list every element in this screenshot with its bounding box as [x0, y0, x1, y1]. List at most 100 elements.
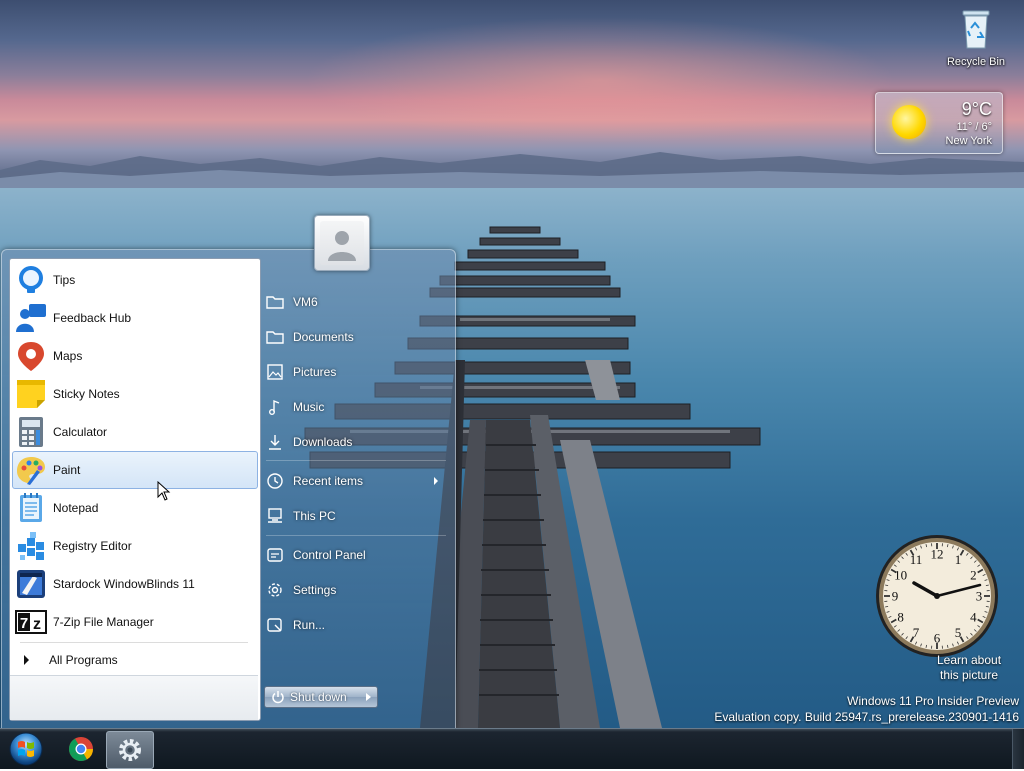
program-label: Maps [53, 349, 82, 363]
registry-editor-icon [15, 530, 47, 562]
svg-text:z: z [33, 616, 41, 633]
clock-numeral: 10 [894, 568, 907, 583]
show-desktop-button[interactable] [1012, 729, 1024, 769]
learn-about-line2: this picture [930, 668, 1008, 683]
program-item-maps[interactable]: Maps [12, 337, 258, 375]
pictures-icon [266, 363, 284, 381]
taskbar-settings-button[interactable] [106, 731, 154, 769]
mountains-silhouette [0, 148, 1024, 188]
program-item-7zip[interactable]: 7z 7-Zip File Manager [12, 603, 258, 641]
clock-numeral: 11 [910, 552, 923, 567]
calculator-icon [15, 416, 47, 448]
learn-about-line1: Learn about [930, 653, 1008, 668]
user-avatar-icon [320, 221, 364, 265]
clock-numeral: 8 [897, 610, 904, 625]
sticky-notes-icon [15, 378, 47, 410]
place-item-run[interactable]: Run... [266, 612, 325, 638]
recycle-bin-label: Recycle Bin [944, 56, 1008, 68]
place-label: Settings [293, 583, 336, 597]
programs-divider [20, 642, 248, 643]
downloads-icon [266, 433, 284, 451]
program-item-tips[interactable]: Tips [12, 261, 258, 299]
shutdown-button[interactable]: Shut down [264, 686, 362, 708]
place-label: This PC [293, 509, 336, 523]
notepad-icon [15, 492, 47, 524]
learn-about-picture[interactable]: Learn about this picture [930, 653, 1008, 683]
program-label: Calculator [53, 425, 107, 439]
weather-range: 11° / 6° [956, 121, 992, 133]
this-pc-icon [266, 507, 284, 525]
run-icon [266, 616, 284, 634]
mouse-cursor-icon [157, 481, 171, 501]
program-item-feedback-hub[interactable]: Feedback Hub [12, 299, 258, 337]
all-programs-button[interactable]: All Programs [12, 647, 256, 673]
watermark-build: Evaluation copy. Build 25947.rs_prerelea… [714, 709, 1019, 725]
program-item-sticky-notes[interactable]: Sticky Notes [12, 375, 258, 413]
watermark-edition: Windows 11 Pro Insider Preview [714, 693, 1019, 709]
user-picture[interactable] [314, 215, 370, 271]
clock-numeral: 12 [931, 547, 944, 562]
clock-numeral: 5 [955, 625, 962, 640]
settings-icon [266, 581, 284, 599]
windowblinds-icon [15, 568, 47, 600]
clock-numeral: 9 [892, 589, 899, 604]
place-label: Recent items [293, 474, 363, 488]
paint-icon [15, 454, 47, 486]
start-button[interactable] [6, 731, 46, 767]
program-item-calculator[interactable]: Calculator [12, 413, 258, 451]
program-label: Paint [53, 463, 80, 477]
start-search-area[interactable] [10, 675, 258, 720]
tips-icon [15, 264, 47, 296]
recycle-bin[interactable]: Recycle Bin [944, 8, 1008, 68]
documents-icon [266, 328, 284, 346]
place-label: Music [293, 400, 324, 414]
program-item-paint[interactable]: Paint [12, 451, 258, 489]
program-item-registry-editor[interactable]: Registry Editor [12, 527, 258, 565]
place-item-control-panel[interactable]: Control Panel [266, 542, 366, 568]
triangle-right-icon [366, 693, 371, 701]
weather-temperature: 9°C [962, 99, 992, 120]
svg-text:7: 7 [20, 615, 28, 632]
taskbar [0, 728, 1024, 769]
sun-icon [892, 105, 926, 139]
clock-gadget[interactable]: 121234567891011 [874, 533, 1000, 659]
maps-icon [15, 340, 47, 372]
program-label: Registry Editor [53, 539, 132, 553]
place-item-recent-items[interactable]: Recent items [266, 468, 363, 494]
program-label: 7-Zip File Manager [53, 615, 154, 629]
all-programs-label: All Programs [49, 653, 118, 667]
place-item-documents[interactable]: Documents [266, 324, 354, 350]
weather-gadget[interactable]: 9°C 11° / 6° New York [875, 92, 1003, 154]
clock-numeral: 4 [970, 610, 977, 625]
place-label: Run... [293, 618, 325, 632]
control-panel-icon [266, 546, 284, 564]
program-label: Stardock WindowBlinds 11 [53, 577, 195, 591]
program-item-notepad[interactable]: Notepad [12, 489, 258, 527]
place-item-downloads[interactable]: Downloads [266, 429, 352, 455]
taskbar-chrome-button[interactable] [58, 731, 104, 767]
clock-numeral: 6 [934, 631, 941, 646]
user-folder-icon [266, 293, 284, 311]
place-item-music[interactable]: Music [266, 394, 324, 420]
submenu-arrow-icon [434, 477, 438, 485]
place-label: VM6 [293, 295, 318, 309]
weather-city: New York [946, 135, 992, 147]
place-item-user-folder[interactable]: VM6 [266, 289, 318, 315]
power-icon [271, 690, 285, 704]
triangle-right-icon [24, 655, 29, 665]
places-separator [266, 460, 446, 461]
place-item-pictures[interactable]: Pictures [266, 359, 336, 385]
evaluation-watermark: Windows 11 Pro Insider Preview Evaluatio… [714, 693, 1019, 725]
program-item-windowblinds[interactable]: Stardock WindowBlinds 11 [12, 565, 258, 603]
feedback-hub-icon [15, 302, 47, 334]
clock-numeral: 7 [913, 625, 920, 640]
chrome-icon [58, 731, 104, 767]
place-item-settings[interactable]: Settings [266, 577, 336, 603]
place-label: Pictures [293, 365, 336, 379]
shutdown-label: Shut down [290, 690, 347, 704]
program-label: Tips [53, 273, 75, 287]
shutdown-options-button[interactable] [360, 686, 378, 708]
program-label: Feedback Hub [53, 311, 131, 325]
clock-numeral: 2 [970, 568, 977, 583]
place-item-this-pc[interactable]: This PC [266, 503, 336, 529]
